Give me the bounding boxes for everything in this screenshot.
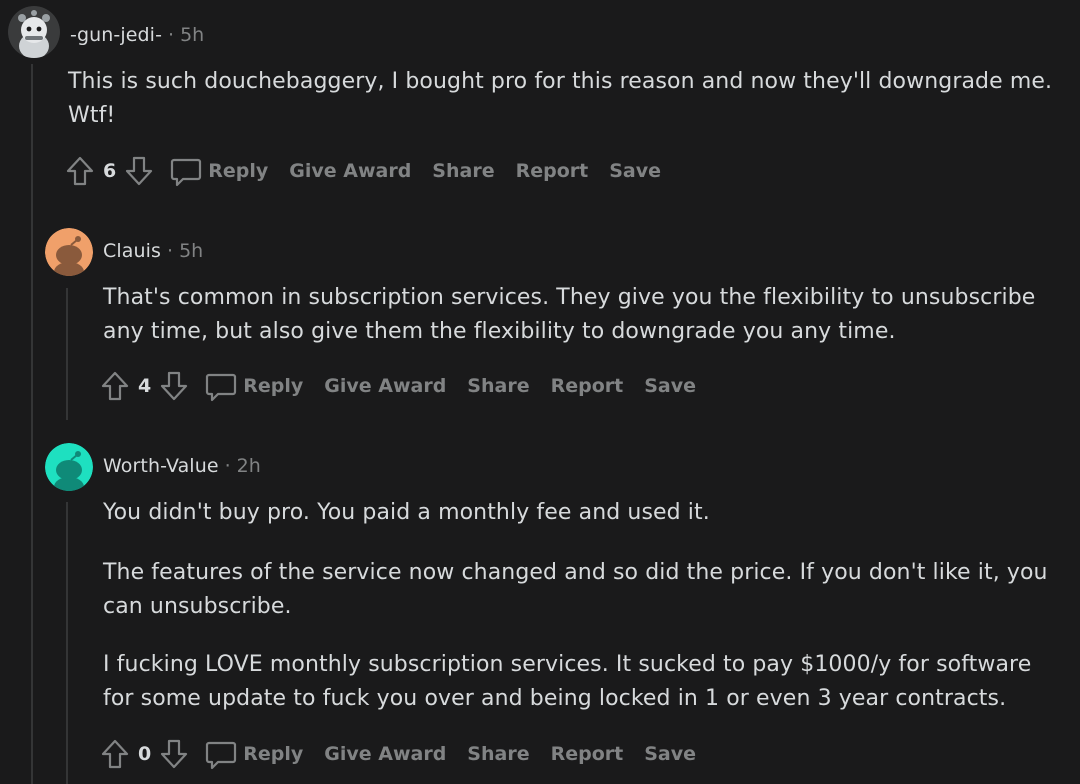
comment-paragraph: That's common in subscription services. … xyxy=(103,285,1036,344)
report-button[interactable]: Report xyxy=(551,743,624,765)
share-button[interactable]: Share xyxy=(467,375,529,397)
downvote-icon[interactable] xyxy=(157,736,191,772)
vote-score: 0 xyxy=(138,743,152,765)
save-button[interactable]: Save xyxy=(644,375,696,397)
comment-author[interactable]: -gun-jedi- xyxy=(70,24,162,46)
upvote-icon[interactable] xyxy=(63,153,97,189)
comment-paragraph: This is such douchebaggery, I bought pro… xyxy=(68,69,1053,128)
comment-actions: 6 Reply Give Award Share Report Save xyxy=(63,151,682,191)
comment-paragraph: You didn't buy pro. You paid a monthly f… xyxy=(103,500,710,525)
give-award-button[interactable]: Give Award xyxy=(289,160,411,182)
comment-body: That's common in subscription services. … xyxy=(103,281,1063,349)
comment-author[interactable]: Clauis xyxy=(103,240,161,262)
vote-score: 6 xyxy=(103,160,117,182)
snoo-avatar-icon[interactable] xyxy=(45,228,93,276)
save-button[interactable]: Save xyxy=(644,743,696,765)
reply-bubble-icon[interactable] xyxy=(203,368,239,404)
share-button[interactable]: Share xyxy=(432,160,494,182)
snoo-avatar-icon[interactable] xyxy=(45,443,93,491)
report-button[interactable]: Report xyxy=(551,375,624,397)
comment-paragraph: I fucking LOVE monthly subscription serv… xyxy=(103,652,1032,711)
downvote-icon[interactable] xyxy=(157,368,191,404)
comment-actions: 0 Reply Give Award Share Report Save xyxy=(98,734,717,774)
reply-bubble-icon[interactable] xyxy=(168,153,204,189)
upvote-icon[interactable] xyxy=(98,368,132,404)
comment-timestamp[interactable]: 5h xyxy=(179,240,203,262)
comment-body: This is such douchebaggery, I bought pro… xyxy=(68,65,1058,133)
comment-timestamp[interactable]: 2h xyxy=(237,455,261,477)
reply-button[interactable]: Reply xyxy=(208,160,268,182)
comment-thread: -gun-jedi- · 5h This is such douchebagge… xyxy=(0,0,1080,784)
downvote-icon[interactable] xyxy=(122,153,156,189)
report-button[interactable]: Report xyxy=(516,160,589,182)
give-award-button[interactable]: Give Award xyxy=(324,375,446,397)
upvote-icon[interactable] xyxy=(98,736,132,772)
meta-separator: · xyxy=(168,24,175,46)
thread-line-root[interactable] xyxy=(31,64,33,784)
save-button[interactable]: Save xyxy=(609,160,661,182)
reply-bubble-icon[interactable] xyxy=(203,736,239,772)
reply-button[interactable]: Reply xyxy=(243,375,303,397)
vote-score: 4 xyxy=(138,375,152,397)
comment-author[interactable]: Worth-Value xyxy=(103,455,219,477)
comment-paragraph: The features of the service now changed … xyxy=(103,560,1048,619)
snoo-avatar-icon[interactable] xyxy=(8,6,60,58)
give-award-button[interactable]: Give Award xyxy=(324,743,446,765)
thread-line-worth-value[interactable] xyxy=(66,502,68,784)
comment-timestamp[interactable]: 5h xyxy=(180,24,204,46)
comment-actions: 4 Reply Give Award Share Report Save xyxy=(98,366,717,406)
reply-button[interactable]: Reply xyxy=(243,743,303,765)
meta-separator: · xyxy=(224,455,231,477)
comment-body: You didn't buy pro. You paid a monthly f… xyxy=(103,496,1063,716)
share-button[interactable]: Share xyxy=(467,743,529,765)
thread-line-clauis[interactable] xyxy=(66,288,68,420)
meta-separator: · xyxy=(167,240,174,262)
